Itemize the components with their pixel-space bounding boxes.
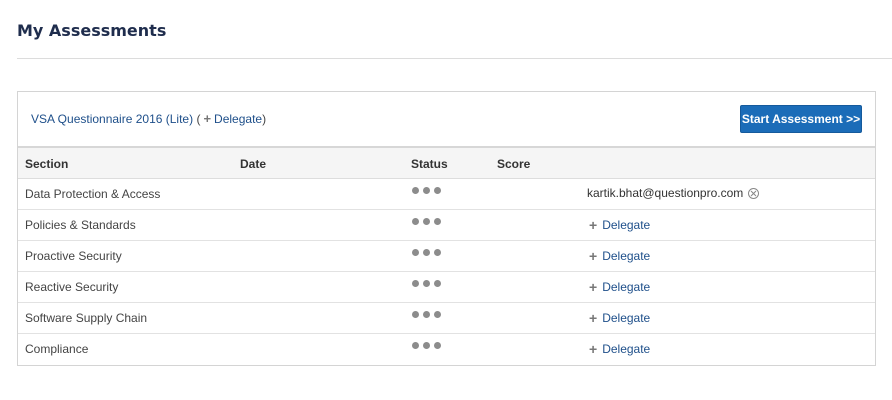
delegate-link[interactable]: + Delegate: [589, 311, 650, 325]
assignee: kartik.bhat@questionpro.com: [587, 186, 760, 200]
section-name: Policies & Standards: [25, 218, 136, 232]
assignee-email: kartik.bhat@questionpro.com: [587, 186, 744, 200]
ellipsis-icon[interactable]: [412, 342, 441, 350]
questionnaire-name: VSA Questionnaire 2016 (Lite): [31, 112, 194, 126]
plus-icon: +: [589, 248, 598, 264]
section-name: Proactive Security: [25, 249, 122, 263]
section-name: Compliance: [25, 342, 89, 356]
plus-icon[interactable]: +: [203, 111, 211, 126]
delegate-link[interactable]: + Delegate: [589, 249, 650, 263]
table-row: Software Supply Chain + Delegate: [18, 303, 875, 334]
ellipsis-icon[interactable]: [412, 311, 441, 319]
paren-open: (: [196, 112, 201, 126]
table-row: Data Protection & Access kartik.bhat@que…: [18, 179, 875, 210]
section-name: Reactive Security: [25, 280, 119, 294]
start-assessment-button[interactable]: Start Assessment >>: [740, 105, 862, 133]
section-name: Data Protection & Access: [25, 187, 161, 201]
delegate-link[interactable]: + Delegate: [589, 280, 650, 294]
ellipsis-icon[interactable]: [412, 280, 441, 288]
page-title: My Assessments: [17, 21, 167, 40]
table-row: Compliance + Delegate: [18, 334, 875, 365]
section-name: Software Supply Chain: [25, 311, 148, 325]
ellipsis-icon[interactable]: [412, 187, 441, 195]
column-header-status: Status: [411, 157, 448, 171]
paren-close: ): [262, 112, 267, 126]
column-header-score: Score: [497, 157, 531, 171]
plus-icon: +: [589, 279, 598, 295]
plus-icon: +: [589, 341, 598, 357]
close-circle-icon[interactable]: [748, 187, 760, 199]
table-row: Proactive Security + Delegate: [18, 241, 875, 272]
table-row: Reactive Security + Delegate: [18, 272, 875, 303]
delegate-label: Delegate: [602, 249, 651, 263]
column-header-section: Section: [25, 157, 69, 171]
ellipsis-icon[interactable]: [412, 218, 441, 226]
delegate-label: Delegate: [602, 342, 651, 356]
delegate-link[interactable]: + Delegate: [589, 218, 650, 232]
delegate-assessment-link[interactable]: Delegate: [214, 112, 262, 126]
delegate-label: Delegate: [602, 218, 651, 232]
plus-icon: +: [589, 217, 598, 233]
questionnaire-title: VSA Questionnaire 2016 (Lite) (+ Delegate…: [31, 111, 266, 126]
table-header: Section Date Status Score: [18, 148, 875, 179]
plus-icon: +: [589, 310, 598, 326]
delegate-label: Delegate: [602, 311, 651, 325]
ellipsis-icon[interactable]: [412, 249, 441, 257]
title-divider: [17, 58, 892, 59]
assessment-card-header: VSA Questionnaire 2016 (Lite) (+ Delegate…: [18, 92, 875, 148]
delegate-link[interactable]: + Delegate: [589, 342, 650, 356]
delegate-label: Delegate: [602, 280, 651, 294]
column-header-date: Date: [240, 157, 267, 171]
table-row: Policies & Standards + Delegate: [18, 210, 875, 241]
assessment-card: VSA Questionnaire 2016 (Lite) (+ Delegate…: [17, 91, 876, 366]
